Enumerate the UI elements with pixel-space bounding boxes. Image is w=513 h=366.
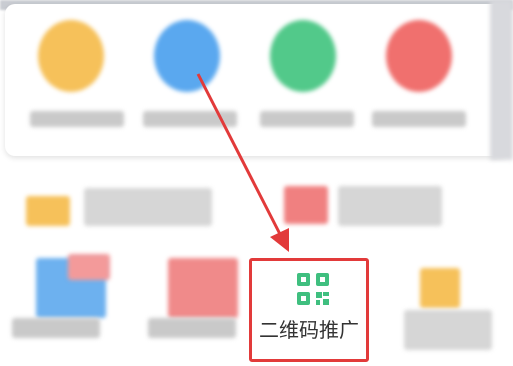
annotation-arrow	[196, 73, 289, 252]
